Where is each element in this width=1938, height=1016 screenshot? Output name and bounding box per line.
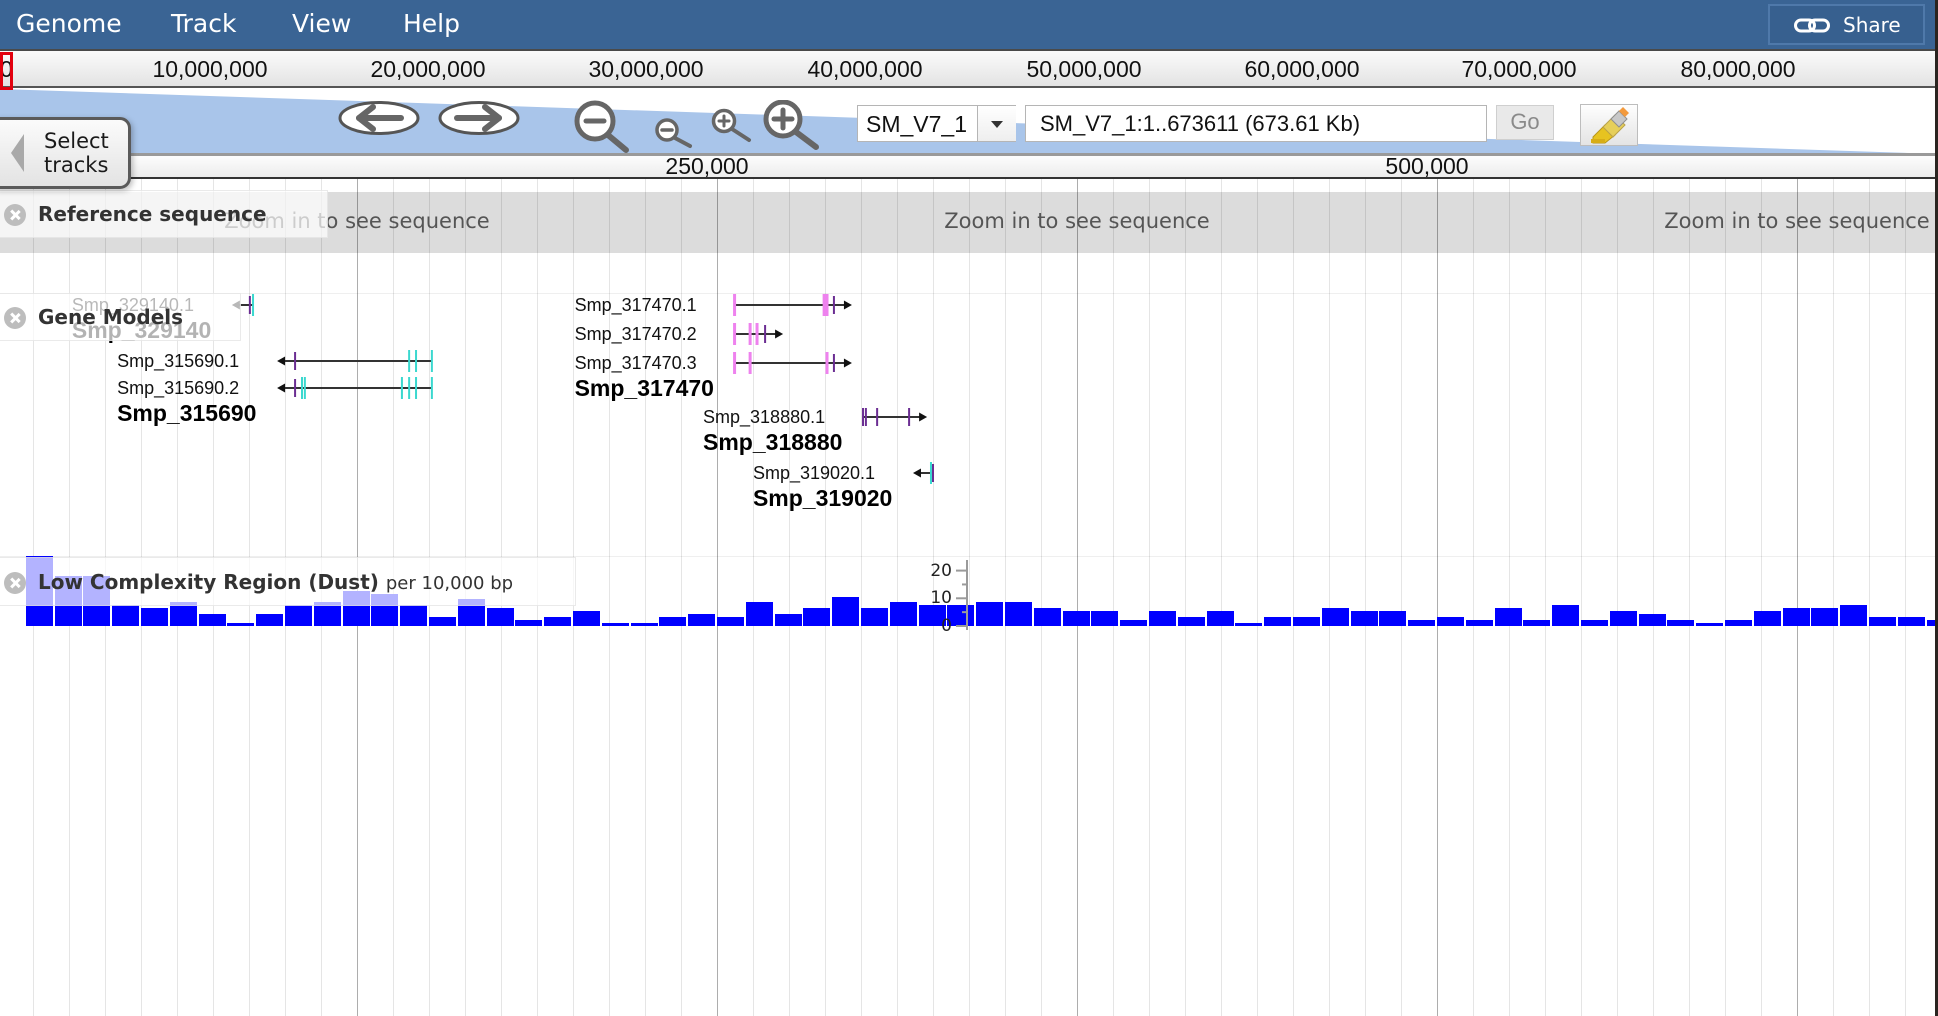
zoom-out-small-button[interactable] <box>652 116 696 150</box>
share-label: Share <box>1843 13 1901 37</box>
dust-y-axis <box>956 560 968 630</box>
overview-ruler[interactable]: 0 10,000,000 20,000,000 30,000,000 40,000,00… <box>0 51 1938 88</box>
track-label-text: Gene Models <box>38 305 184 329</box>
select-tracks-line2: tracks <box>44 153 109 177</box>
overview-location-marker[interactable] <box>0 52 13 90</box>
arrow-left-icon <box>338 101 420 135</box>
menu-genome[interactable]: Genome <box>16 7 122 41</box>
location-input[interactable] <box>1025 105 1487 142</box>
overview-tick-label: 40,000,000 <box>807 56 923 82</box>
link-icon <box>1794 18 1830 33</box>
zoom-in-small-button[interactable] <box>709 106 755 144</box>
pan-right-button[interactable] <box>437 100 521 136</box>
menu-bar: Genome Track View Help Share <box>0 0 1938 51</box>
overview-tick-label: 80,000,000 <box>1680 56 1796 82</box>
axis-tick-label: 10 <box>930 588 952 609</box>
go-button[interactable]: Go <box>1496 105 1554 140</box>
track-label-gene-models[interactable]: Gene Models <box>0 293 241 341</box>
axis-tick-label: 20 <box>930 560 952 581</box>
highlight-button[interactable] <box>1580 104 1638 146</box>
close-icon[interactable] <box>4 307 26 329</box>
menu-view[interactable]: View <box>292 7 351 41</box>
select-tracks-button[interactable]: Select tracks <box>0 117 131 189</box>
arrow-right-icon <box>438 101 520 135</box>
close-icon[interactable] <box>4 572 26 594</box>
track-label-text: Reference sequence <box>38 202 267 226</box>
zoom-in-large-icon <box>763 100 819 150</box>
caret-down-icon <box>991 121 1003 128</box>
overview-tick-label: 60,000,000 <box>1244 56 1360 82</box>
track-label-text: Low Complexity Region (Dust) per 10,000 … <box>38 569 513 597</box>
zoom-out-small-icon <box>655 118 692 148</box>
dropdown-button[interactable] <box>977 106 1016 141</box>
reference-select-value: SM_V7_1 <box>866 111 968 137</box>
highlighter-icon <box>1591 107 1629 144</box>
menu-track[interactable]: Track <box>171 7 236 41</box>
track-label-reference-sequence[interactable]: Reference sequence <box>0 190 328 238</box>
reference-sequence-select[interactable]: SM_V7_1 <box>857 105 1016 142</box>
select-tracks-label: Select tracks <box>44 129 109 177</box>
pan-left-button[interactable] <box>337 100 421 136</box>
chevron-left-icon <box>11 134 24 172</box>
overview-tick-label: 50,000,000 <box>1026 56 1142 82</box>
close-icon[interactable] <box>4 204 26 226</box>
share-button[interactable]: Share <box>1768 4 1925 45</box>
overview-tick-label: 10,000,000 <box>152 56 268 82</box>
track-label-title: Low Complexity Region (Dust) <box>38 570 379 594</box>
overview-tick-label: 20,000,000 <box>370 56 486 82</box>
track-label-dust[interactable]: Low Complexity Region (Dust) per 10,000 … <box>0 557 576 606</box>
track-label-units: per 10,000 bp <box>385 573 514 594</box>
zoom-out-large-button[interactable] <box>570 98 632 154</box>
menu-help[interactable]: Help <box>403 7 460 41</box>
axis-tick-label: 0 <box>941 616 952 636</box>
select-tracks-line1: Select <box>44 129 109 153</box>
zoom-in-large-button[interactable] <box>760 100 822 152</box>
zoom-in-small-icon <box>711 108 751 142</box>
overview-tick-label: 70,000,000 <box>1461 56 1577 82</box>
overview-tick-label: 30,000,000 <box>588 56 704 82</box>
zoom-out-large-icon <box>574 100 629 153</box>
